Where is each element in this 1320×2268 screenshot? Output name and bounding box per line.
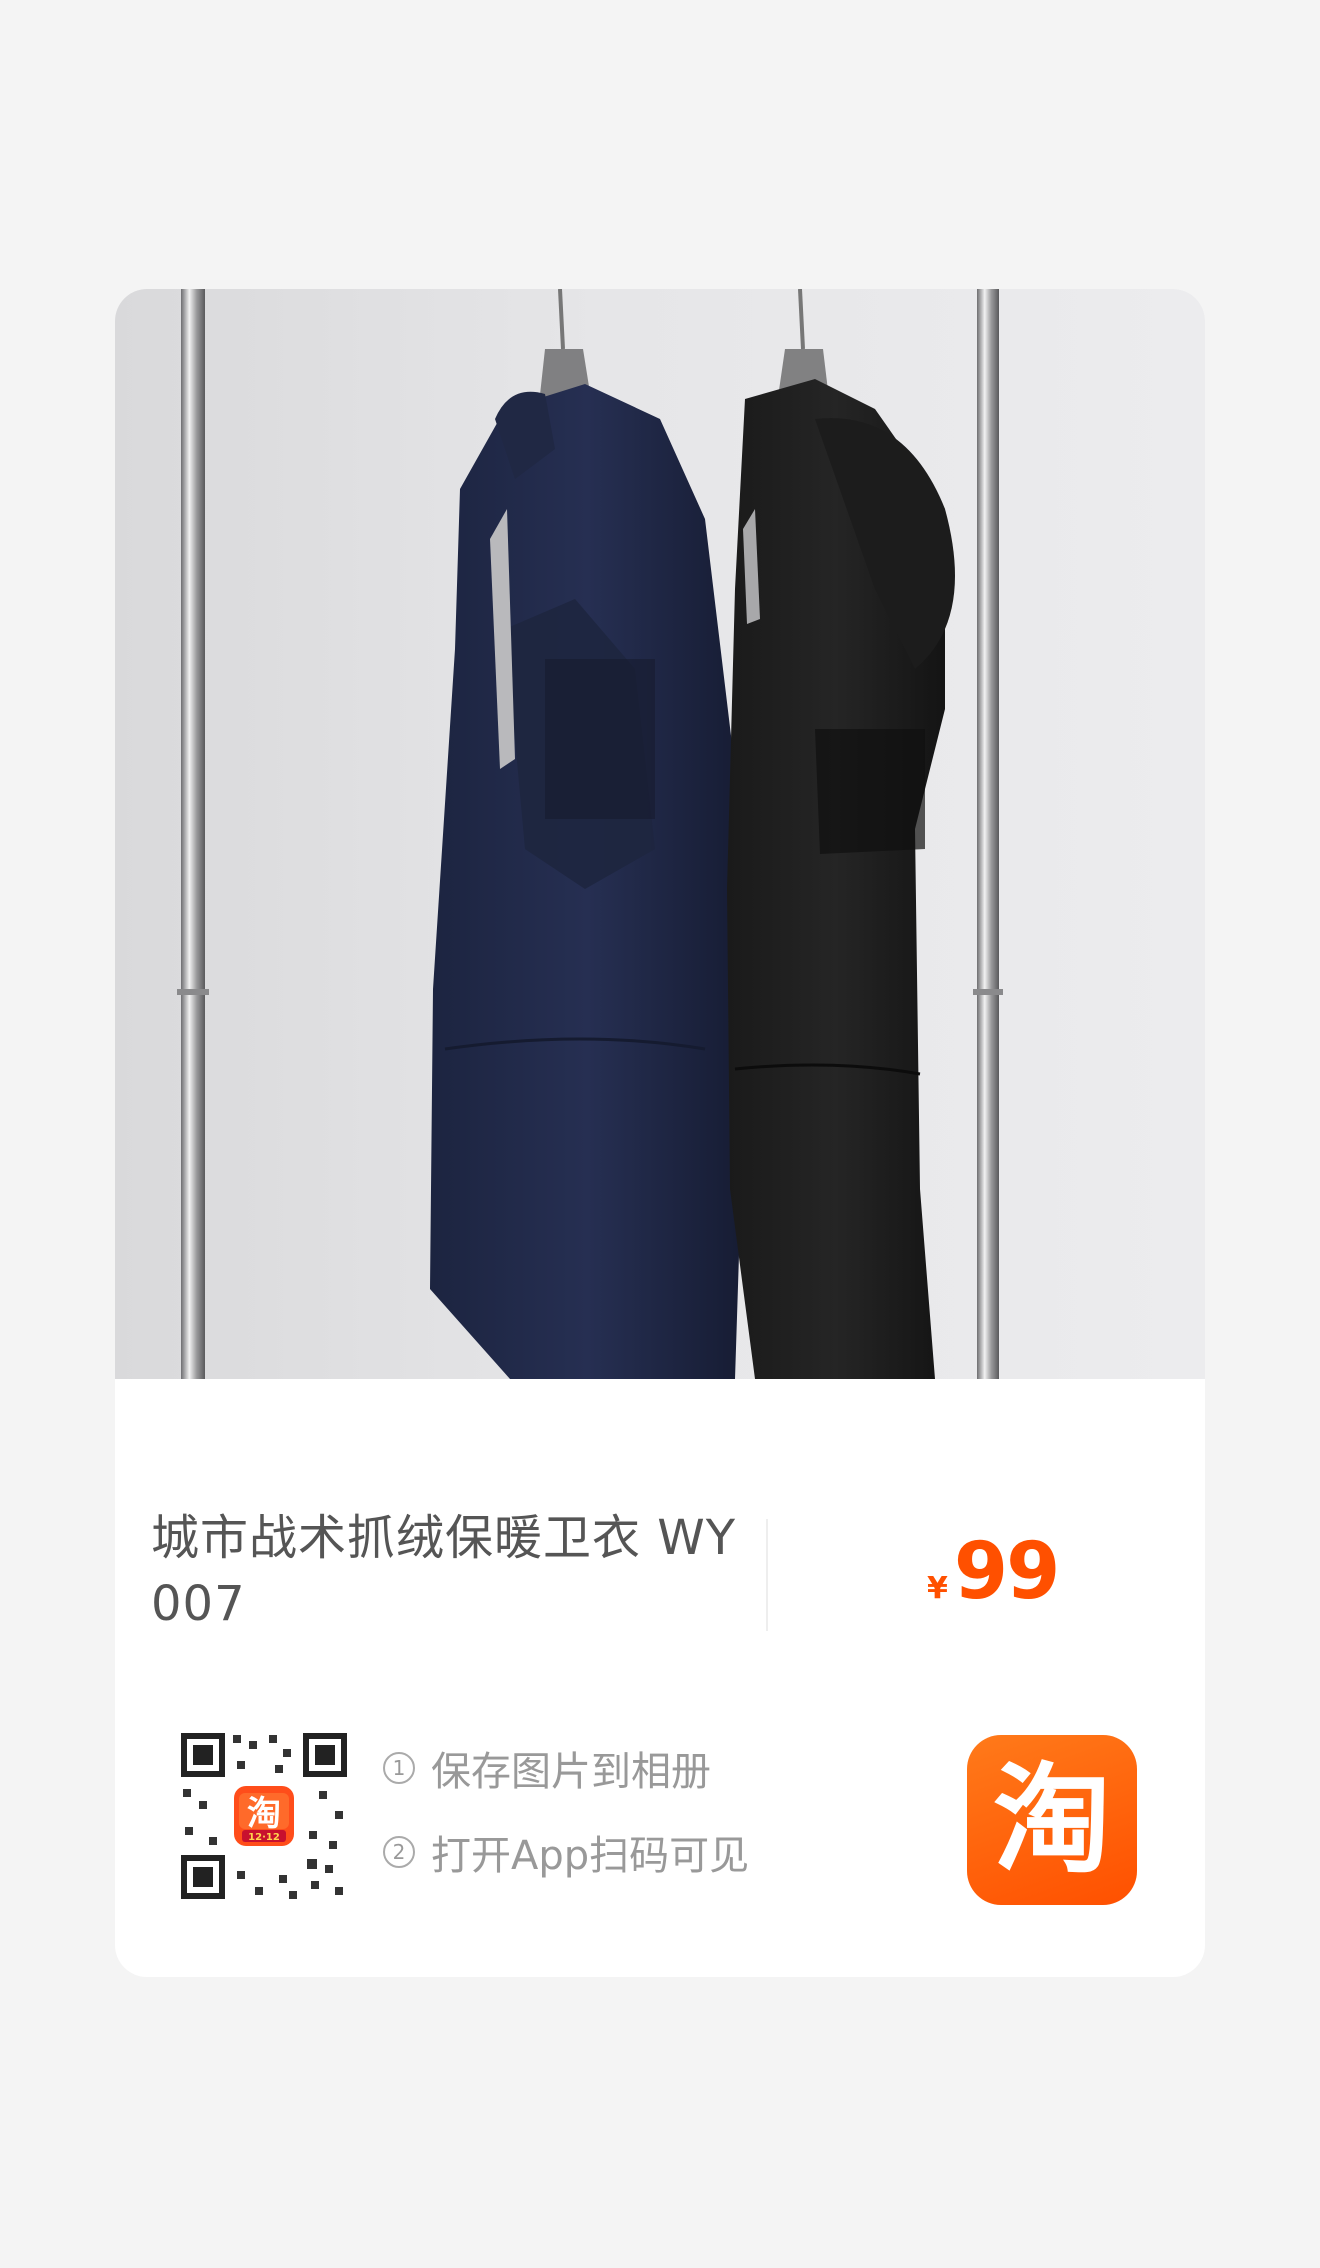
step-number-2: 2 <box>383 1836 415 1868</box>
product-title[interactable]: 城市战术抓绒保暖卫衣 WY007 <box>151 1505 751 1637</box>
taobao-glyph: 淘 <box>992 1751 1111 1889</box>
step-1-text: 保存图片到相册 <box>431 1749 711 1795</box>
product-price: ¥ 99 <box>927 1527 1061 1617</box>
product-image[interactable] <box>115 289 1205 1379</box>
taobao-app-icon[interactable]: 淘 <box>967 1735 1137 1905</box>
qr-code[interactable]: 淘 12·12 <box>179 1731 349 1901</box>
price-currency: ¥ <box>927 1571 948 1606</box>
step-save-image: 1 保存图片到相册 <box>383 1739 749 1797</box>
price-value: 99 <box>953 1527 1061 1617</box>
step-number-1: 1 <box>383 1752 415 1784</box>
step-2-text: 打开App扫码可见 <box>431 1833 750 1879</box>
scan-instructions: 1 保存图片到相册 2 打开App扫码可见 <box>383 1739 749 1907</box>
share-card: 城市战术抓绒保暖卫衣 WY007 ¥ 99 淘 12·12 1 保存图片到相册 … <box>115 289 1205 1977</box>
step-open-app: 2 打开App扫码可见 <box>383 1823 749 1881</box>
qr-center-badge-text: 12·12 <box>248 1832 280 1843</box>
svg-text:淘: 淘 <box>247 1794 281 1834</box>
divider <box>766 1519 768 1631</box>
